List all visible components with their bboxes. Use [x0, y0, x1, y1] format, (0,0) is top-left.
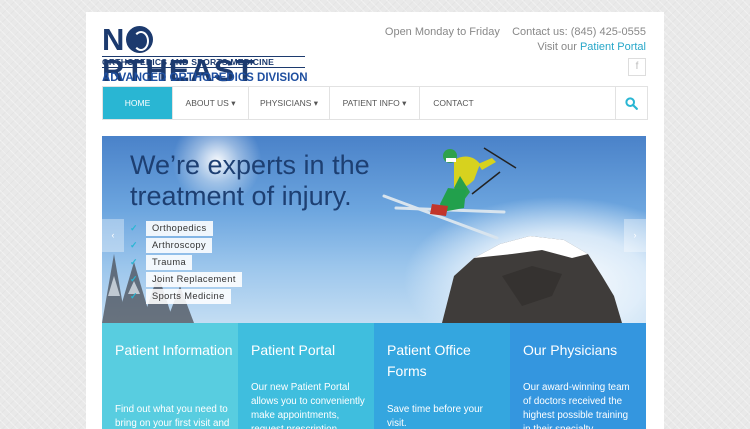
feature-description: Our award-winning team of doctors receiv…	[523, 382, 630, 429]
specialty-list: ✓ Orthopedics ✓ Arthroscopy ✓ Trauma ✓ Joint…	[130, 221, 242, 305]
feature-title: Patient Portal	[251, 342, 336, 358]
check-icon: ✓	[130, 290, 138, 301]
patient-portal-link[interactable]: Patient Portal	[580, 41, 646, 53]
hero-title-line-2: treatment of injury.	[130, 181, 352, 211]
feature-description: Find out what you need to bring on your …	[115, 404, 230, 429]
specialty-label: Sports Medicine	[146, 288, 231, 304]
check-icon: ✓	[130, 223, 138, 234]
hero-title-line-1: We’re experts in the	[130, 150, 370, 180]
list-item: ✓ Arthroscopy	[130, 238, 242, 254]
list-item: ✓ Joint Replacement	[130, 271, 242, 288]
page-container: NRTHEAST ORTHOPEDICS AND SPORTS MEDICINE…	[86, 12, 664, 429]
feature-title: Patient Information	[115, 342, 233, 358]
main-nav: HOME ABOUT US ▾ PHYSICIANS ▾ PATIENT INF…	[102, 86, 648, 120]
nav-patient-info[interactable]: PATIENT INFO ▾	[330, 87, 420, 119]
feature-our-physicians[interactable]: Our Physicians Our award-winning team of…	[510, 323, 646, 429]
list-item: ✓ Orthopedics	[130, 221, 242, 237]
slider-next-arrow[interactable]: ›	[624, 219, 646, 252]
site-logo[interactable]: NRTHEAST ORTHOPEDICS AND SPORTS MEDICINE…	[102, 22, 308, 90]
visit-text: Visit our	[537, 41, 577, 53]
check-icon: ✓	[130, 257, 138, 268]
slider-prev-arrow[interactable]: ‹	[102, 219, 124, 252]
hero-slider: We’re experts in the treatment of injury…	[102, 136, 646, 323]
feature-description: Save time before your visit.	[387, 404, 483, 429]
hero-headline: We’re experts in the treatment of injury…	[130, 150, 370, 212]
feature-title: Patient Office Forms	[387, 342, 471, 379]
specialty-label: Trauma	[146, 255, 193, 271]
feature-patient-portal[interactable]: Patient Portal Our new Patient Portal al…	[238, 323, 374, 429]
logo-subtitle: ORTHOPEDICS AND SPORTS MEDICINE	[102, 56, 305, 68]
logo-ball-icon	[126, 26, 154, 53]
hours-text: Open Monday to Friday	[384, 26, 500, 38]
skier-figure	[382, 147, 517, 240]
feature-patient-information[interactable]: Patient Information Find out what you ne…	[102, 323, 238, 429]
logo-division: ADVANCED ORTHOPEDICS DIVISION	[102, 72, 308, 84]
nav-physicians[interactable]: PHYSICIANS ▾	[249, 87, 330, 119]
contact-text: Contact us: (845) 425-0555	[512, 26, 646, 38]
specialty-label: Arthroscopy	[146, 238, 213, 254]
nav-about-us[interactable]: ABOUT US ▾	[173, 87, 249, 119]
specialty-label: Orthopedics	[146, 221, 213, 237]
search-button[interactable]	[615, 87, 647, 119]
check-icon: ✓	[130, 273, 138, 284]
list-item: ✓ Sports Medicine	[130, 288, 242, 305]
feature-description: Our new Patient Portal allows you to con…	[251, 382, 365, 429]
feature-title: Our Physicians	[523, 342, 618, 358]
search-icon	[625, 97, 638, 110]
check-icon: ✓	[130, 240, 138, 251]
nav-contact[interactable]: CONTACT	[420, 87, 487, 119]
specialty-label: Joint Replacement	[146, 271, 242, 287]
top-info: Open Monday to Friday Contact us: (845) …	[385, 25, 646, 55]
list-item: ✓ Trauma	[130, 255, 242, 271]
nav-home[interactable]: HOME	[103, 87, 173, 119]
feature-patient-office-forms[interactable]: Patient Office Forms Save time before yo…	[374, 323, 510, 429]
facebook-icon[interactable]: f	[628, 58, 646, 76]
logo-letter-n: N	[102, 22, 126, 57]
